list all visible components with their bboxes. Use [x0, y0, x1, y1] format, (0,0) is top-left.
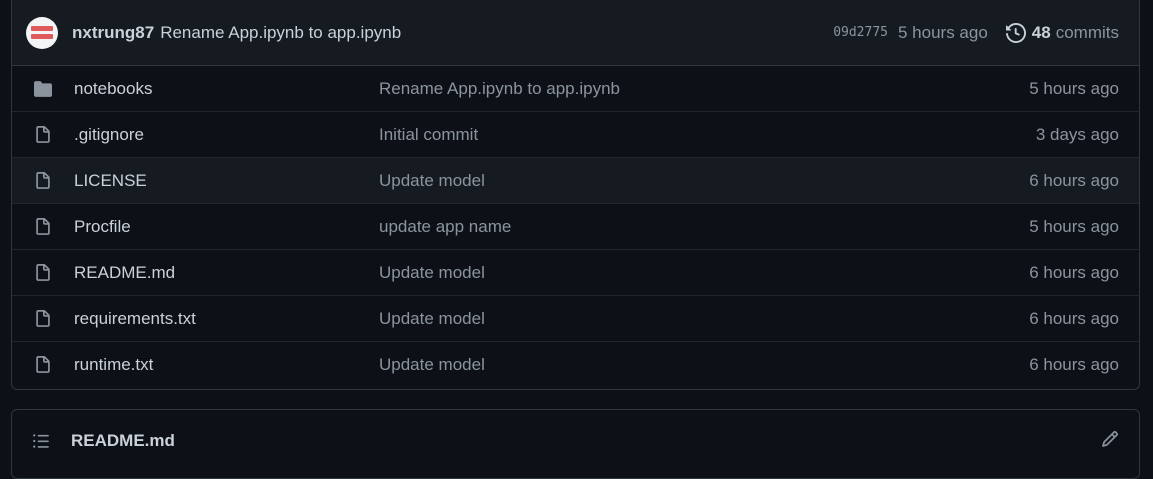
file-row[interactable]: Procfile update app name 5 hours ago: [12, 203, 1139, 249]
file-name-link[interactable]: LICENSE: [74, 171, 379, 191]
file-name-link[interactable]: requirements.txt: [74, 309, 379, 329]
file-commit-message-link[interactable]: Update model: [379, 355, 1029, 375]
file-icon: [32, 355, 54, 375]
file-list: notebooks Rename App.ipynb to app.ipynb 5 …: [12, 66, 1139, 387]
file-icon: [32, 125, 54, 145]
file-commit-time: 6 hours ago: [1029, 170, 1119, 190]
file-commit-message-link[interactable]: Update model: [379, 263, 1029, 283]
latest-commit-bar: nxtrung87 Rename App.ipynb to app.ipynb …: [12, 0, 1139, 66]
commit-sha-link[interactable]: 09d2775: [833, 25, 888, 40]
commit-time: 5 hours ago: [898, 22, 988, 42]
file-commit-message-link[interactable]: Initial commit: [379, 125, 1036, 145]
readme-panel: README.md: [11, 409, 1140, 479]
commits-label: commits: [1055, 22, 1119, 42]
file-commit-message-link[interactable]: Update model: [379, 171, 1029, 191]
file-name-link[interactable]: runtime.txt: [74, 355, 379, 375]
file-name-link[interactable]: .gitignore: [74, 125, 379, 145]
file-icon: [32, 309, 54, 329]
commit-history-link[interactable]: 48 commits: [1005, 22, 1119, 43]
file-row[interactable]: LICENSE Update model 6 hours ago: [12, 157, 1139, 203]
history-icon: [1005, 22, 1026, 43]
file-commit-message-link[interactable]: update app name: [379, 217, 1029, 237]
commit-count: 48: [1031, 22, 1051, 42]
file-icon: [32, 217, 54, 237]
file-row[interactable]: requirements.txt Update model 6 hours ago: [12, 295, 1139, 341]
file-name-link[interactable]: notebooks: [74, 79, 379, 99]
file-row[interactable]: README.md Update model 6 hours ago: [12, 249, 1139, 295]
file-commit-time: 3 days ago: [1035, 124, 1119, 144]
commit-message-link[interactable]: Rename App.ipynb to app.ipynb: [160, 23, 401, 43]
folder-icon: [32, 79, 54, 99]
pencil-icon[interactable]: [1101, 430, 1119, 453]
file-name-link[interactable]: README.md: [74, 263, 379, 283]
file-commit-time: 5 hours ago: [1029, 216, 1119, 236]
file-commit-message-link[interactable]: Rename App.ipynb to app.ipynb: [379, 79, 1029, 99]
file-icon: [32, 171, 54, 191]
readme-header: README.md: [12, 410, 1139, 472]
file-commit-time: 6 hours ago: [1029, 354, 1119, 374]
file-row[interactable]: runtime.txt Update model 6 hours ago: [12, 341, 1139, 387]
avatar[interactable]: [26, 16, 58, 49]
file-commit-time: 6 hours ago: [1029, 308, 1119, 328]
list-icon[interactable]: [32, 432, 50, 450]
readme-title: README.md: [71, 431, 175, 450]
file-name-link[interactable]: Procfile: [74, 217, 379, 237]
file-commit-message-link[interactable]: Update model: [379, 309, 1029, 329]
file-row[interactable]: .gitignore Initial commit 3 days ago: [12, 111, 1139, 157]
file-commit-time: 5 hours ago: [1029, 78, 1119, 98]
commit-author-link[interactable]: nxtrung87: [72, 23, 154, 43]
file-commit-time: 6 hours ago: [1029, 262, 1119, 282]
file-icon: [32, 263, 54, 283]
file-browser: nxtrung87 Rename App.ipynb to app.ipynb …: [11, 0, 1140, 390]
file-row[interactable]: notebooks Rename App.ipynb to app.ipynb 5 …: [12, 66, 1139, 111]
